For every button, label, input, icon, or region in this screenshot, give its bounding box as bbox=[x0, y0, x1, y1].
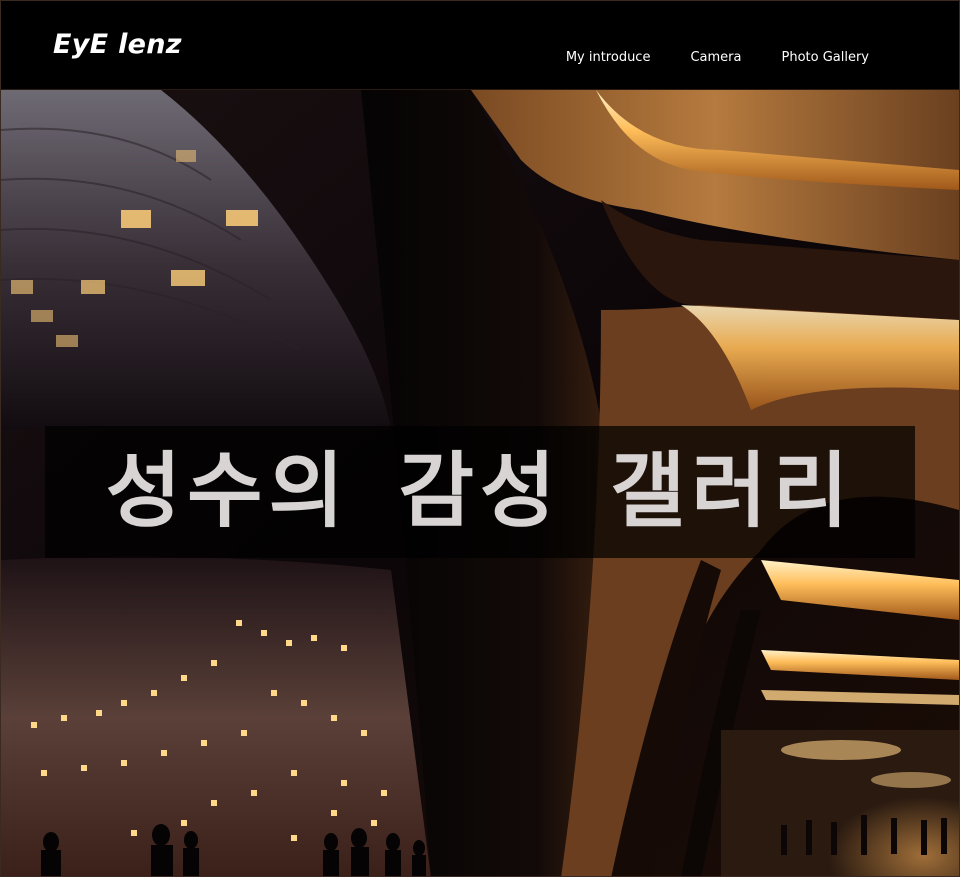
nav-item-camera: Camera bbox=[690, 46, 741, 65]
hero-title: 성수의 감성 갤러리 bbox=[105, 444, 855, 539]
nav-item-photo-gallery: Photo Gallery bbox=[781, 46, 869, 65]
navbar: EyE lenz My introduce Camera Photo Galle… bbox=[1, 1, 959, 90]
nav-link-camera[interactable]: Camera bbox=[690, 50, 741, 65]
brand-logo[interactable]: EyE lenz bbox=[53, 29, 182, 60]
nav-item-my-introduce: My introduce bbox=[566, 46, 651, 65]
page: EyE lenz My introduce Camera Photo Galle… bbox=[0, 0, 960, 877]
nav-link-photo-gallery[interactable]: Photo Gallery bbox=[781, 50, 869, 65]
nav-menu: My introduce Camera Photo Gallery bbox=[566, 46, 869, 65]
nav-link-my-introduce[interactable]: My introduce bbox=[566, 50, 651, 65]
hero-section: 성수의 감성 갤러리 bbox=[1, 90, 959, 876]
hero-title-box: 성수의 감성 갤러리 bbox=[45, 426, 915, 558]
